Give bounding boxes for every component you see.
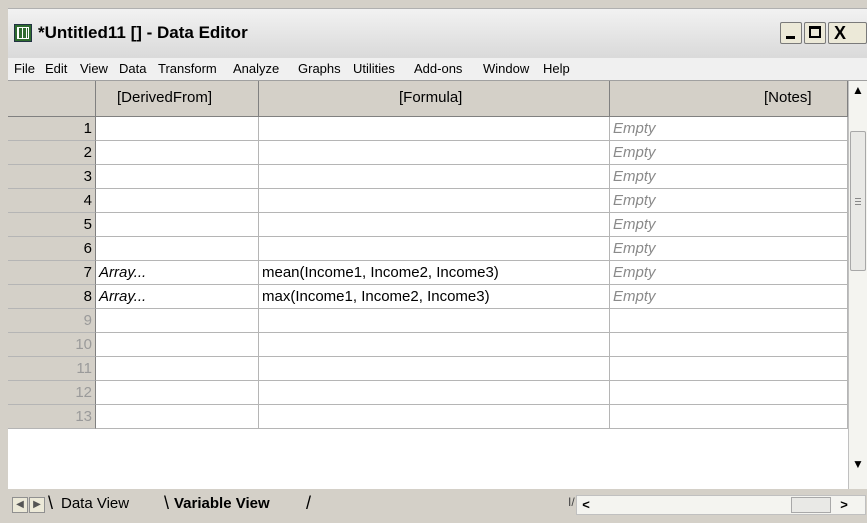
cell-notes[interactable] bbox=[610, 309, 848, 333]
menu-data[interactable]: Data bbox=[119, 61, 146, 76]
cell-formula[interactable] bbox=[259, 141, 610, 165]
tab-scroll-left-icon[interactable]: ◀ bbox=[12, 497, 28, 513]
corner-header[interactable] bbox=[8, 81, 96, 117]
row-header[interactable]: 12 bbox=[8, 381, 96, 405]
cell-notes[interactable]: Empty bbox=[610, 189, 848, 213]
row-header[interactable]: 11 bbox=[8, 357, 96, 381]
sheet-tab-bar: ◀ ▶ \ Data View \ Variable View / I/ < > bbox=[8, 489, 867, 523]
column-header-label: [Formula] bbox=[399, 89, 463, 106]
menu-view[interactable]: View bbox=[80, 61, 108, 76]
horizontal-scroll-thumb[interactable] bbox=[791, 497, 831, 513]
menu-analyze[interactable]: Analyze bbox=[233, 61, 279, 76]
title-bar[interactable]: *Untitled11 [] - Data Editor X bbox=[0, 8, 867, 59]
cell-formula[interactable] bbox=[259, 357, 610, 381]
cell-notes[interactable] bbox=[610, 333, 848, 357]
row-header[interactable]: 4 bbox=[8, 189, 96, 213]
cell-notes[interactable]: Empty bbox=[610, 141, 848, 165]
row-header[interactable]: 6 bbox=[8, 237, 96, 261]
cell-notes[interactable] bbox=[610, 405, 848, 429]
cell-formula[interactable] bbox=[259, 117, 610, 141]
menu-graphs[interactable]: Graphs bbox=[298, 61, 341, 76]
menu-help[interactable]: Help bbox=[543, 61, 570, 76]
splitter-handle[interactable]: I/ bbox=[568, 495, 575, 509]
cell-derivedfrom[interactable]: Array... bbox=[96, 261, 259, 285]
row-header[interactable]: 7 bbox=[8, 261, 96, 285]
data-editor-window: *Untitled11 [] - Data Editor X File Edit… bbox=[0, 0, 867, 523]
menu-edit[interactable]: Edit bbox=[45, 61, 67, 76]
menu-window[interactable]: Window bbox=[483, 61, 529, 76]
column-header-derivedfrom[interactable]: [DerivedFrom] bbox=[96, 81, 259, 117]
cell-notes[interactable]: Empty bbox=[610, 237, 848, 261]
close-icon: X bbox=[834, 23, 847, 43]
row-header[interactable]: 13 bbox=[8, 405, 96, 429]
cell-formula[interactable] bbox=[259, 165, 610, 189]
cell-formula[interactable] bbox=[259, 333, 610, 357]
cell-formula[interactable] bbox=[259, 237, 610, 261]
cell-notes[interactable] bbox=[610, 381, 848, 405]
row-header[interactable]: 3 bbox=[8, 165, 96, 189]
menu-add-ons[interactable]: Add-ons bbox=[414, 61, 462, 76]
row-header[interactable]: 8 bbox=[8, 285, 96, 309]
scroll-down-icon[interactable]: ▼ bbox=[849, 455, 867, 473]
scroll-thumb[interactable] bbox=[850, 131, 866, 271]
tab-data-view[interactable]: Data View bbox=[61, 495, 129, 512]
cell-derivedfrom[interactable] bbox=[96, 189, 259, 213]
cell-derivedfrom[interactable] bbox=[96, 117, 259, 141]
cell-notes[interactable]: Empty bbox=[610, 285, 848, 309]
close-button[interactable]: X bbox=[828, 22, 867, 44]
row-header[interactable]: 9 bbox=[8, 309, 96, 333]
variable-grid: [DerivedFrom] [Formula] [Notes] 1 Empty 2 E… bbox=[8, 81, 848, 489]
scroll-left-icon[interactable]: < bbox=[577, 496, 595, 514]
column-header-label: [Notes] bbox=[764, 89, 812, 106]
cell-formula[interactable] bbox=[259, 381, 610, 405]
cell-formula[interactable] bbox=[259, 309, 610, 333]
tab-variable-view[interactable]: Variable View bbox=[174, 495, 270, 512]
cell-notes[interactable]: Empty bbox=[610, 213, 848, 237]
cell-derivedfrom[interactable] bbox=[96, 333, 259, 357]
cell-derivedfrom[interactable] bbox=[96, 141, 259, 165]
column-header-notes[interactable]: [Notes] bbox=[610, 81, 848, 117]
menu-transform[interactable]: Transform bbox=[158, 61, 217, 76]
cell-derivedfrom[interactable] bbox=[96, 213, 259, 237]
menu-bar: File Edit View Data Transform Analyze Gr… bbox=[8, 58, 867, 81]
minimize-icon bbox=[786, 36, 795, 39]
cell-derivedfrom[interactable] bbox=[96, 165, 259, 189]
cell-derivedfrom[interactable] bbox=[96, 309, 259, 333]
menu-utilities[interactable]: Utilities bbox=[353, 61, 395, 76]
cell-formula[interactable] bbox=[259, 405, 610, 429]
minimize-button[interactable] bbox=[780, 22, 802, 44]
vertical-scrollbar[interactable]: ▲ ▼ bbox=[848, 81, 867, 489]
cell-derivedfrom[interactable] bbox=[96, 237, 259, 261]
column-header-label: [DerivedFrom] bbox=[117, 89, 213, 106]
cell-formula[interactable] bbox=[259, 189, 610, 213]
scroll-up-icon[interactable]: ▲ bbox=[849, 81, 867, 99]
cell-formula[interactable]: mean(Income1, Income2, Income3) bbox=[259, 261, 610, 285]
scroll-right-icon[interactable]: > bbox=[835, 496, 853, 514]
row-header[interactable]: 2 bbox=[8, 141, 96, 165]
maximize-icon bbox=[809, 26, 821, 38]
cell-derivedfrom[interactable] bbox=[96, 381, 259, 405]
cell-derivedfrom[interactable] bbox=[96, 405, 259, 429]
maximize-button[interactable] bbox=[804, 22, 826, 44]
row-header[interactable]: 10 bbox=[8, 333, 96, 357]
row-header[interactable]: 1 bbox=[8, 117, 96, 141]
menu-file[interactable]: File bbox=[14, 61, 35, 76]
cell-derivedfrom[interactable] bbox=[96, 357, 259, 381]
cell-notes[interactable]: Empty bbox=[610, 261, 848, 285]
cell-formula[interactable]: max(Income1, Income2, Income3) bbox=[259, 285, 610, 309]
cell-derivedfrom[interactable]: Array... bbox=[96, 285, 259, 309]
row-header[interactable]: 5 bbox=[8, 213, 96, 237]
horizontal-scrollbar[interactable]: < > bbox=[576, 495, 866, 515]
tab-scroll-right-icon[interactable]: ▶ bbox=[29, 497, 45, 513]
window-title: *Untitled11 [] - Data Editor bbox=[38, 23, 248, 42]
cell-notes[interactable]: Empty bbox=[610, 165, 848, 189]
column-header-formula[interactable]: [Formula] bbox=[259, 81, 610, 117]
cell-notes[interactable] bbox=[610, 357, 848, 381]
cell-formula[interactable] bbox=[259, 213, 610, 237]
cell-notes[interactable]: Empty bbox=[610, 117, 848, 141]
data-editor-icon[interactable] bbox=[14, 24, 32, 42]
